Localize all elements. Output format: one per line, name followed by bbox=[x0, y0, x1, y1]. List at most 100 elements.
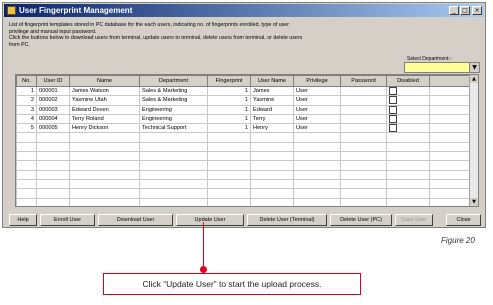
empty-row[interactable] bbox=[16, 188, 472, 199]
empty-cell[interactable] bbox=[386, 151, 430, 162]
empty-row[interactable] bbox=[16, 141, 472, 153]
empty-cell[interactable] bbox=[429, 188, 472, 199]
cell-department[interactable]: Engineering bbox=[139, 104, 208, 115]
cell-user-id[interactable]: 000005 bbox=[36, 123, 70, 134]
disabled-checkbox[interactable] bbox=[389, 106, 397, 114]
cell-user-id[interactable]: 000004 bbox=[36, 113, 70, 125]
cell-user-id[interactable]: 000001 bbox=[36, 85, 70, 97]
disabled-checkbox[interactable] bbox=[389, 124, 397, 132]
empty-cell[interactable] bbox=[69, 141, 140, 153]
empty-cell[interactable] bbox=[139, 197, 208, 206]
empty-cell[interactable] bbox=[139, 160, 208, 171]
empty-row[interactable] bbox=[16, 178, 472, 190]
disabled-checkbox[interactable] bbox=[389, 87, 397, 95]
column-header[interactable]: Department bbox=[139, 75, 208, 87]
empty-cell[interactable] bbox=[293, 151, 341, 162]
empty-cell[interactable] bbox=[207, 160, 251, 171]
close-button[interactable]: Close bbox=[446, 214, 481, 226]
column-header[interactable]: User ID bbox=[36, 75, 70, 87]
cell-no[interactable]: 3 bbox=[16, 104, 37, 115]
empty-cell[interactable] bbox=[293, 197, 341, 206]
empty-cell[interactable] bbox=[16, 169, 37, 180]
enroll-user-button[interactable]: Enroll User bbox=[40, 214, 95, 226]
empty-cell[interactable] bbox=[207, 132, 251, 143]
empty-cell[interactable] bbox=[386, 169, 430, 180]
save-user-button[interactable]: Save User bbox=[395, 214, 433, 226]
cell-user-name[interactable]: Henry bbox=[250, 123, 294, 134]
cell-department[interactable]: Sales & Marketing bbox=[139, 95, 208, 106]
table-row[interactable]: 1 000001 James Watson Sales & Marketing 1 Jam… bbox=[16, 85, 472, 97]
vertical-scrollbar[interactable]: ▲ ▼ bbox=[469, 75, 478, 206]
column-header[interactable]: Privilege bbox=[293, 75, 341, 87]
cell-password[interactable] bbox=[340, 104, 387, 115]
cell-fingerprint[interactable]: 1 bbox=[207, 85, 251, 97]
empty-cell[interactable] bbox=[69, 151, 140, 162]
empty-cell[interactable] bbox=[36, 160, 70, 171]
cell-password[interactable] bbox=[340, 123, 387, 134]
disabled-checkbox[interactable] bbox=[389, 115, 397, 123]
cell-no[interactable]: 1 bbox=[16, 85, 37, 97]
cell-user-name[interactable]: Yasmine bbox=[250, 95, 294, 106]
empty-cell[interactable] bbox=[69, 160, 140, 171]
empty-cell[interactable] bbox=[340, 169, 387, 180]
maximize-button[interactable]: □ bbox=[460, 6, 470, 15]
empty-cell[interactable] bbox=[293, 178, 341, 190]
column-header[interactable]: Password bbox=[340, 75, 387, 87]
cell-name[interactable]: Henry Dickson bbox=[69, 123, 140, 134]
close-window-button[interactable]: × bbox=[472, 6, 482, 15]
empty-cell[interactable] bbox=[139, 151, 208, 162]
empty-cell[interactable] bbox=[16, 132, 37, 143]
cell-name[interactable]: James Watson bbox=[69, 85, 140, 97]
empty-cell[interactable] bbox=[340, 178, 387, 190]
cell-user-name[interactable]: James bbox=[250, 85, 294, 97]
dropdown-arrow-icon[interactable]: ▼ bbox=[469, 63, 479, 72]
scroll-up-icon[interactable]: ▲ bbox=[470, 75, 478, 83]
cell-user-id[interactable]: 000002 bbox=[36, 95, 70, 106]
empty-cell[interactable] bbox=[293, 132, 341, 143]
empty-cell[interactable] bbox=[429, 151, 472, 162]
column-header[interactable]: Name bbox=[69, 75, 140, 87]
empty-cell[interactable] bbox=[36, 169, 70, 180]
empty-cell[interactable] bbox=[429, 178, 472, 190]
empty-cell[interactable] bbox=[250, 151, 294, 162]
department-select[interactable]: ▼ bbox=[404, 62, 480, 73]
empty-cell[interactable] bbox=[207, 151, 251, 162]
empty-cell[interactable] bbox=[386, 197, 430, 206]
empty-cell[interactable] bbox=[69, 188, 140, 199]
empty-cell[interactable] bbox=[293, 160, 341, 171]
cell-no[interactable]: 4 bbox=[16, 113, 37, 125]
column-header[interactable]: Fingerprint bbox=[207, 75, 251, 87]
scroll-down-icon[interactable]: ▼ bbox=[470, 198, 478, 206]
empty-cell[interactable] bbox=[207, 197, 251, 206]
cell-name[interactable]: Terry Roland bbox=[69, 113, 140, 125]
empty-cell[interactable] bbox=[340, 197, 387, 206]
empty-cell[interactable] bbox=[16, 141, 37, 153]
disabled-checkbox[interactable] bbox=[389, 96, 397, 105]
empty-cell[interactable] bbox=[429, 141, 472, 153]
empty-cell[interactable] bbox=[250, 160, 294, 171]
cell-password[interactable] bbox=[340, 113, 387, 125]
cell-department[interactable]: Technical Support bbox=[139, 123, 208, 134]
empty-cell[interactable] bbox=[429, 169, 472, 180]
empty-cell[interactable] bbox=[69, 197, 140, 206]
cell-privilege[interactable]: User bbox=[293, 85, 341, 97]
empty-cell[interactable] bbox=[139, 169, 208, 180]
cell-name[interactable]: Edward Doven bbox=[69, 104, 140, 115]
cell-fingerprint[interactable]: 1 bbox=[207, 123, 251, 134]
cell-department[interactable]: Sales & Marketing bbox=[139, 85, 208, 97]
cell-fingerprint[interactable]: 1 bbox=[207, 95, 251, 106]
cell-name[interactable]: Yasmine Utah bbox=[69, 95, 140, 106]
empty-cell[interactable] bbox=[36, 197, 70, 206]
column-header[interactable]: User Name bbox=[250, 75, 294, 87]
cell-password[interactable] bbox=[340, 95, 387, 106]
empty-cell[interactable] bbox=[340, 151, 387, 162]
cell-department[interactable]: Engineering bbox=[139, 113, 208, 125]
empty-cell[interactable] bbox=[16, 178, 37, 190]
empty-cell[interactable] bbox=[340, 141, 387, 153]
empty-cell[interactable] bbox=[386, 178, 430, 190]
empty-cell[interactable] bbox=[250, 169, 294, 180]
empty-cell[interactable] bbox=[293, 188, 341, 199]
title-bar[interactable]: User Fingerprint Management _ □ × bbox=[4, 4, 484, 17]
delete-user-terminal-button[interactable]: Delete User (Terminal) bbox=[247, 214, 327, 226]
user-grid[interactable]: No. User ID Name Department Fingerprint User … bbox=[15, 74, 479, 207]
